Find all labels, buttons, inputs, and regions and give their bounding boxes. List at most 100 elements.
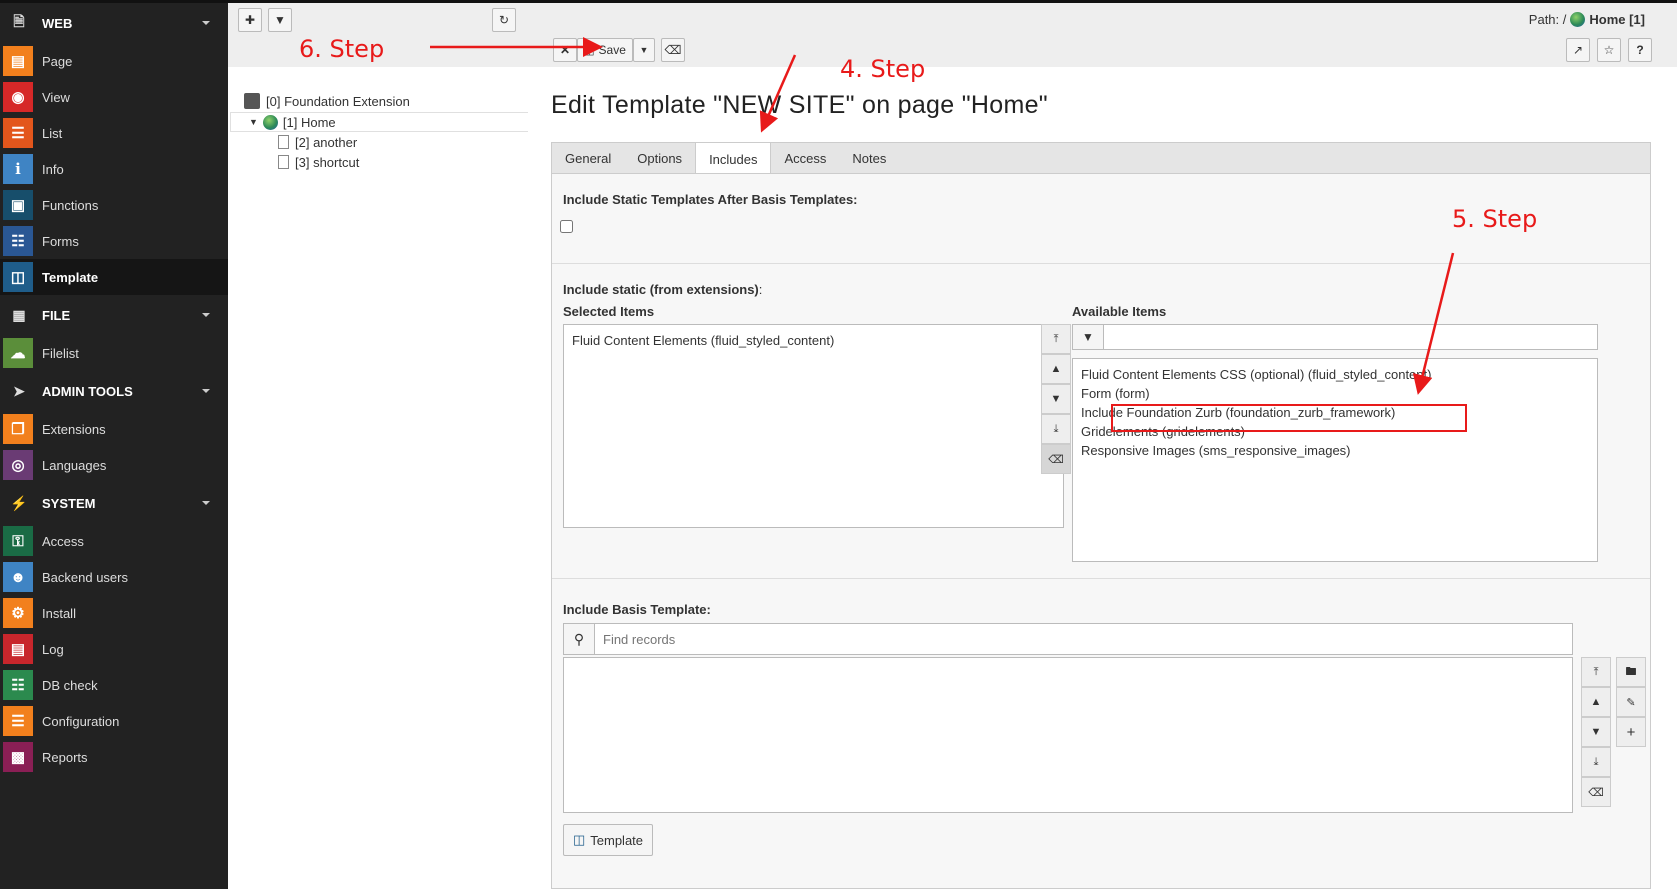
help-button[interactable]: ?	[1628, 38, 1652, 62]
install-icon: ⚙	[3, 598, 33, 628]
tree-label: [1] Home	[282, 114, 336, 130]
filter-button[interactable]: ▼	[268, 8, 292, 32]
move-top-button[interactable]: ⤒	[1041, 324, 1071, 354]
move-bottom-button[interactable]: ⤓	[1581, 747, 1611, 777]
close-button[interactable]: ✕	[553, 38, 577, 62]
tree-item-shortcut[interactable]: [3] shortcut	[278, 152, 359, 172]
image-icon: ▦	[12, 306, 26, 323]
section-file[interactable]: ▦ FILE	[0, 295, 228, 335]
list-icon: ☰	[3, 118, 33, 148]
annotation-highlight-box	[1111, 404, 1467, 432]
content-area: Edit Template "NEW SITE" on page "Home" …	[528, 67, 1677, 889]
filter-icon: ▼	[274, 13, 286, 27]
globe-icon: ◎	[3, 450, 33, 480]
save-button[interactable]: ◫ Save	[577, 38, 633, 62]
tree-root[interactable]: [0] Foundation Extension	[244, 91, 410, 111]
module-extensions[interactable]: ❐ Extensions	[0, 411, 228, 447]
selected-items-list[interactable]: Fluid Content Elements (fluid_styled_con…	[563, 324, 1064, 528]
tab-includes[interactable]: Includes	[695, 143, 772, 175]
tree-label: [2] another	[295, 134, 358, 150]
bookmark-button[interactable]: ☆	[1597, 38, 1621, 62]
path-page[interactable]: Home [1]	[1589, 12, 1645, 27]
page-icon: ▤	[3, 46, 33, 76]
available-item[interactable]: Form (form)	[1073, 384, 1597, 403]
tab-general[interactable]: General	[552, 143, 624, 174]
module-view[interactable]: ◉ View	[0, 79, 228, 115]
rocket-icon: ➤	[13, 382, 25, 399]
move-top-button[interactable]: ⤒	[1581, 657, 1611, 687]
plug-icon: ⚡	[10, 494, 28, 511]
module-info[interactable]: i Info	[0, 151, 228, 187]
module-db-check[interactable]: ☷ DB check	[0, 667, 228, 703]
module-functions[interactable]: ▣ Functions	[0, 187, 228, 223]
move-down-button[interactable]: ▼	[1041, 384, 1071, 414]
close-icon: ✕	[559, 43, 571, 57]
section-admin-tools[interactable]: ➤ ADMIN TOOLS	[0, 371, 228, 411]
section-system[interactable]: ⚡ SYSTEM	[0, 483, 228, 523]
move-up-button[interactable]: ▲	[1581, 687, 1611, 717]
caret-down-icon	[202, 389, 210, 393]
available-item[interactable]: Fluid Content Elements CSS (optional) (f…	[1073, 365, 1597, 384]
new-page-button[interactable]: ✚	[238, 8, 262, 32]
expand-icon: ▼	[249, 117, 258, 127]
move-up-button[interactable]: ▲	[1041, 354, 1071, 384]
briefcase-icon: ▣	[3, 190, 33, 220]
available-item[interactable]: Responsive Images (sms_responsive_images…	[1073, 441, 1597, 460]
section-label: ADMIN TOOLS	[42, 383, 133, 399]
delete-button[interactable]: ⌫	[661, 38, 685, 62]
selected-item[interactable]: Fluid Content Elements (fluid_styled_con…	[564, 331, 1063, 350]
module-access[interactable]: ⚿ Access	[0, 523, 228, 559]
basis-order-buttons: ⤒ ▲ ▼ ⤓ ⌫	[1581, 657, 1611, 807]
tree-item-another[interactable]: [2] another	[278, 132, 357, 152]
save-dropdown-button[interactable]: ▼	[633, 38, 655, 62]
lock-icon: ⚿	[3, 526, 33, 556]
remove-item-button[interactable]: ⌫	[1041, 444, 1071, 474]
forms-icon: ☷	[3, 226, 33, 256]
module-log[interactable]: ▤ Log	[0, 631, 228, 667]
tab-notes[interactable]: Notes	[839, 143, 899, 174]
selected-items-label: Selected Items	[563, 304, 655, 319]
module-label: Page	[42, 53, 73, 69]
module-backend-users[interactable]: ☻ Backend users	[0, 559, 228, 595]
move-top-icon: ⤒	[1053, 332, 1059, 345]
trash-icon: ⌫	[1588, 786, 1604, 799]
module-label: Log	[42, 641, 64, 657]
module-filelist[interactable]: ☁ Filelist	[0, 335, 228, 371]
add-record-button[interactable]: +	[1616, 717, 1646, 747]
arrow-down-icon: ▼	[1050, 393, 1062, 405]
available-filter-input[interactable]	[1104, 325, 1597, 349]
open-new-window-button[interactable]: ↗	[1566, 38, 1590, 62]
browse-records-button[interactable]: 🖿	[1616, 657, 1646, 687]
tab-options[interactable]: Options	[624, 143, 695, 174]
available-items-list[interactable]: Fluid Content Elements CSS (optional) (f…	[1072, 358, 1598, 562]
module-configuration[interactable]: ☰ Configuration	[0, 703, 228, 739]
module-label: List	[42, 125, 63, 141]
move-down-button[interactable]: ▼	[1581, 717, 1611, 747]
doc-header: ✚ ▼ ↻ ✕ ◫ Save ▼ ⌫ Path: / Home [1] ↗ ☆ ?	[228, 3, 1677, 68]
remove-item-button[interactable]: ⌫	[1581, 777, 1611, 807]
annotation-step-6: 6. Step	[299, 35, 385, 63]
find-records-input[interactable]	[595, 624, 1572, 654]
find-records-search: ⚲	[563, 623, 1573, 655]
module-label: Functions	[42, 197, 99, 213]
module-forms[interactable]: ☷ Forms	[0, 223, 228, 259]
tab-access[interactable]: Access	[771, 143, 839, 174]
section-web[interactable]: 🗎 WEB	[0, 3, 228, 43]
module-reports[interactable]: ▩ Reports	[0, 739, 228, 775]
module-label: Access	[42, 533, 84, 549]
basis-template-list[interactable]	[563, 657, 1573, 813]
module-languages[interactable]: ◎ Languages	[0, 447, 228, 483]
move-bottom-button[interactable]: ⤓	[1041, 414, 1071, 444]
module-template[interactable]: ◫ Template	[0, 259, 228, 295]
module-page[interactable]: ▤ Page	[0, 43, 228, 79]
search-icon: ⚲	[564, 624, 595, 654]
eye-icon: ◉	[3, 82, 33, 112]
template-button[interactable]: ◫ Template	[563, 824, 653, 856]
edit-record-button[interactable]: ✎	[1616, 687, 1646, 717]
static-after-checkbox[interactable]	[560, 220, 573, 233]
module-menu: 🗎 WEB ▤ Page ◉ View ☰ List i Info ▣ Functions…	[0, 3, 228, 889]
module-list[interactable]: ☰ List	[0, 115, 228, 151]
refresh-button[interactable]: ↻	[492, 8, 516, 32]
module-install[interactable]: ⚙ Install	[0, 595, 228, 631]
arrow-up-icon: ▲	[1050, 363, 1062, 375]
